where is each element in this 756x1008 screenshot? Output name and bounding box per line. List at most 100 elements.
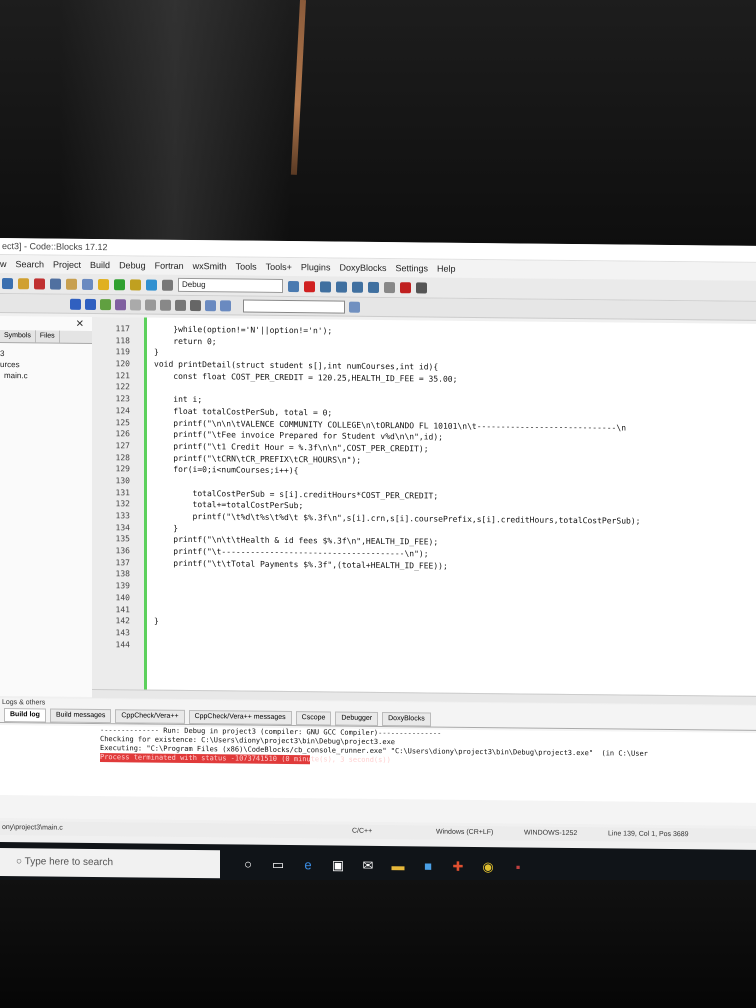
search-icon[interactable] [349, 301, 360, 313]
menu-debug[interactable]: Debug [119, 260, 146, 270]
line-number: 143 [115, 628, 130, 638]
code-text: int i; [154, 394, 203, 405]
line-number: 130 [115, 476, 130, 486]
tab-files[interactable]: Files [35, 330, 60, 343]
codeblocks-icon[interactable]: ✚ [450, 859, 466, 875]
cut-icon[interactable] [34, 277, 45, 289]
run-to-cursor-icon[interactable] [320, 280, 331, 292]
zoom-in-icon[interactable] [205, 299, 216, 311]
debug-windows-icon[interactable] [416, 281, 427, 293]
menu-tools[interactable]: Tools [236, 261, 257, 271]
menu-build[interactable]: Build [90, 260, 110, 270]
run-icon[interactable] [114, 278, 125, 290]
rebuild-icon[interactable] [146, 279, 157, 291]
logs-panel: Logs & others Build log Build messages C… [0, 698, 756, 826]
cortana-icon[interactable]: ○ [240, 857, 256, 873]
zoom-out-icon[interactable] [220, 299, 231, 311]
code-text: } [154, 523, 179, 533]
line-number: 142 [115, 616, 130, 626]
tab-symbols[interactable]: Symbols [0, 330, 36, 343]
store-icon[interactable]: ▣ [330, 857, 346, 873]
bookmark-icon[interactable] [100, 298, 111, 310]
status-position: Line 139, Col 1, Pos 3689 [608, 830, 689, 839]
target-options-icon[interactable] [288, 280, 299, 292]
menu-settings[interactable]: Settings [395, 263, 428, 273]
menu-doxyblocks[interactable]: DoxyBlocks [339, 263, 386, 273]
step-into-icon[interactable] [352, 281, 363, 293]
copy-icon[interactable] [50, 278, 61, 290]
code-editor[interactable]: 117 }while(option!='N'||option!='n'); 118… [92, 316, 756, 696]
step-out-icon[interactable] [368, 281, 379, 293]
menu-plugins[interactable]: Plugins [301, 262, 331, 272]
menu-project[interactable]: Project [53, 260, 81, 270]
debug-run-icon[interactable] [304, 280, 315, 292]
tree-item-project[interactable]: 3 [0, 348, 28, 359]
tab-build-log[interactable]: Build log [4, 708, 46, 723]
app-icon-2[interactable]: ▪ [510, 859, 526, 875]
line-number: 119 [115, 347, 130, 357]
line-number: 127 [115, 441, 130, 451]
menu-help[interactable]: Help [437, 264, 456, 274]
menu-search[interactable]: Search [16, 259, 45, 269]
tab-cscope[interactable]: Cscope [295, 711, 332, 726]
build-run-icon[interactable] [130, 278, 141, 290]
menu-view[interactable]: w [0, 259, 7, 269]
menu-fortran[interactable]: Fortran [155, 261, 184, 271]
log-line-error: Process terminated with status -10737415… [100, 753, 391, 765]
mail-icon[interactable]: ✉ [360, 858, 376, 874]
find-icon[interactable] [82, 278, 93, 290]
paste-icon[interactable] [66, 278, 77, 290]
task-view-icon[interactable]: ▭ [270, 857, 286, 873]
line-number: 136 [115, 546, 130, 556]
code-text: } [154, 616, 159, 626]
explorer-icon[interactable]: ▬ [390, 858, 406, 874]
line-number: 141 [115, 604, 130, 614]
box-icon[interactable] [130, 298, 141, 310]
tree-item-main-c[interactable]: main.c [0, 370, 28, 381]
line-number: 126 [115, 429, 130, 439]
management-tabs: Symbols Files [0, 330, 92, 344]
chrome-icon[interactable]: ◉ [480, 859, 496, 875]
tab-doxyblocks[interactable]: DoxyBlocks [382, 712, 431, 727]
menu-wxsmith[interactable]: wxSmith [193, 261, 227, 271]
panel-icon[interactable] [175, 299, 186, 311]
curtain-rod [290, 0, 306, 175]
edge-icon[interactable]: e [300, 857, 316, 873]
open-folder-icon[interactable] [18, 277, 29, 289]
new-file-icon[interactable] [2, 277, 13, 289]
tab-cppcheck-messages[interactable]: CppCheck/Vera++ messages [188, 709, 292, 726]
code-text: printf("\t------------------------------… [154, 546, 429, 559]
doxy-comment-icon[interactable] [115, 298, 126, 310]
taskbar-search-input[interactable]: ○ Type here to search [0, 848, 220, 879]
build-target-select[interactable]: Debug [178, 277, 283, 293]
app-icon[interactable]: ■ [420, 858, 436, 874]
abort-icon[interactable] [162, 279, 173, 291]
menu-tools-plus[interactable]: Tools+ [266, 262, 292, 272]
line-number: 129 [115, 464, 130, 474]
close-icon[interactable]: ✕ [76, 319, 84, 330]
status-eol: Windows (CR+LF) [436, 828, 494, 837]
grid-icon[interactable] [160, 299, 171, 311]
back-arrow-icon[interactable] [70, 298, 81, 310]
taskbar-icons: ○ ▭ e ▣ ✉ ▬ ■ ✚ ◉ ▪ [240, 857, 526, 876]
tab-build-messages[interactable]: Build messages [49, 708, 112, 724]
next-line-icon[interactable] [336, 281, 347, 293]
pause-icon[interactable] [384, 281, 395, 293]
line-number: 144 [115, 639, 130, 649]
code-text: return 0; [154, 336, 217, 346]
line-number: 125 [115, 417, 130, 427]
build-gear-icon[interactable] [98, 278, 109, 290]
code-search-input[interactable] [243, 299, 345, 314]
forward-arrow-icon[interactable] [85, 298, 96, 310]
line-number: 140 [115, 593, 130, 603]
stop-debug-icon[interactable] [400, 281, 411, 293]
build-log-output[interactable]: -------------- Run: Debug in project3 (c… [0, 725, 756, 803]
tab-cppcheck[interactable]: CppCheck/Vera++ [115, 709, 185, 724]
main-area: ✕ Symbols Files 3 urces main.c 117 }whil… [0, 316, 756, 705]
layout-icon[interactable] [145, 299, 156, 311]
code-lines[interactable]: 117 }while(option!='N'||option!='n'); 118… [116, 324, 756, 658]
panel-icon-2[interactable] [190, 299, 201, 311]
tree-item-sources[interactable]: urces [0, 359, 28, 370]
tab-debugger[interactable]: Debugger [335, 711, 379, 726]
curtain [60, 0, 290, 250]
